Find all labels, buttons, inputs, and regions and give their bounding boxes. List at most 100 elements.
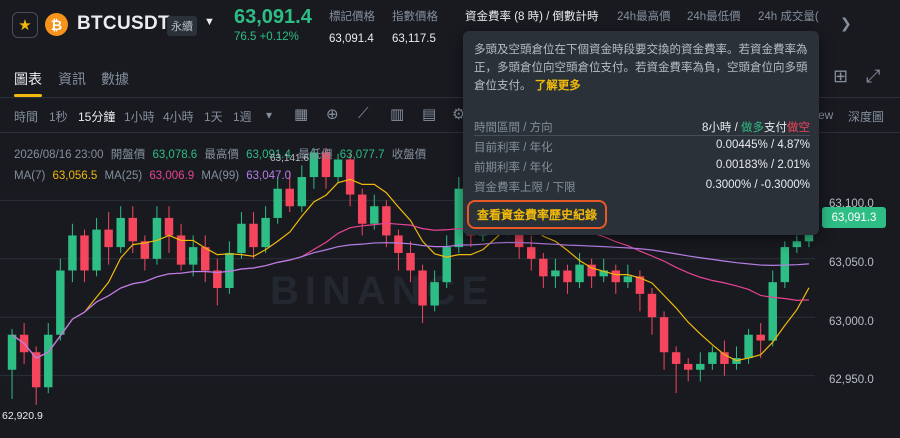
stat-funding-rate[interactable]: 資金費率 (8 時) / 倒數計時 <box>465 8 599 24</box>
indicator-icon[interactable]: ▤ <box>422 105 436 123</box>
candle-body <box>188 247 198 265</box>
price-axis-tick: 63,000.0 <box>829 316 874 328</box>
ma25-value: 63,006.9 <box>149 170 195 182</box>
timeframe-1h[interactable]: 1小時 <box>124 108 155 125</box>
row-value: 8小時 / 做多支付做空 <box>702 119 810 135</box>
low-marker-label: 62,920.9 <box>2 410 43 422</box>
candle-body <box>696 363 705 370</box>
stat-24h-high: 24h最高價 <box>617 8 671 24</box>
candle-body <box>575 264 584 283</box>
line-chart-icon[interactable]: ⟋ <box>358 105 369 122</box>
candle-body <box>768 282 777 341</box>
stat-value: 63,091.4 <box>329 33 374 45</box>
candle-body <box>297 177 307 207</box>
candle-body <box>261 217 270 248</box>
timeframe-15m[interactable]: 15分鐘 <box>78 108 115 125</box>
legend-open: 63,078.6 <box>152 149 198 161</box>
value-prefix: 8小時 / <box>702 122 741 134</box>
timeframe-more-chevron-icon[interactable]: ▾ <box>266 108 272 122</box>
candle-body <box>80 235 89 271</box>
candle-body <box>551 270 560 277</box>
candle-body <box>683 363 693 370</box>
candle-body <box>333 159 343 178</box>
value-mid: 支付 <box>764 122 787 134</box>
candle-body <box>744 334 753 359</box>
candle-body <box>370 206 379 224</box>
ohlc-legend: 2026/08/16 23:00 開盤價 63,078.6 最高價 63,091… <box>14 146 430 162</box>
candle-body <box>237 223 246 253</box>
ma7-label: MA(7) <box>14 170 46 182</box>
row-label: 前期利率 / 年化 <box>474 162 553 174</box>
chevron-right-icon[interactable]: ❯ <box>840 15 852 32</box>
timeframe-1s[interactable]: 1秒 <box>49 108 68 125</box>
candle-body <box>539 258 548 277</box>
candle-body <box>406 252 415 271</box>
tab-chart[interactable]: 圖表 <box>14 69 42 89</box>
candle-body <box>527 247 536 259</box>
row-label: 目前利率 / 年化 <box>474 142 553 154</box>
symbol-name[interactable]: BTCUSDT <box>77 13 170 35</box>
view-tab-depth[interactable]: 深度圖 <box>848 108 884 125</box>
fullscreen-icon[interactable]: ⤢ <box>866 66 880 87</box>
legend-low: 63,077.7 <box>339 149 385 161</box>
candle-body <box>611 270 620 283</box>
candle-body <box>249 223 258 248</box>
stat-label: 24h 成交量( <box>758 11 819 23</box>
ma99-label: MA(99) <box>201 170 240 182</box>
candle-body <box>7 334 17 370</box>
learn-more-link[interactable]: 了解更多 <box>535 80 581 92</box>
stat-label: 24h最低價 <box>687 11 741 23</box>
candle-body <box>116 217 125 248</box>
last-price: 63,091.4 <box>234 6 312 28</box>
legend-open-label: 開盤價 <box>110 149 146 161</box>
symbol-dropdown-chevron-icon[interactable]: ▼ <box>204 16 215 28</box>
candle-body <box>273 188 282 218</box>
candle-body <box>56 270 65 335</box>
candle-body <box>430 282 439 306</box>
candle-body <box>708 352 717 364</box>
candle-style-icon[interactable]: ▥ <box>390 105 404 123</box>
ma25-label: MA(25) <box>104 170 143 182</box>
stat-label: 24h最高價 <box>617 11 671 23</box>
timeframe-1d[interactable]: 1天 <box>204 108 223 125</box>
candle-body <box>647 293 657 318</box>
timeframe-4h[interactable]: 4小時 <box>163 108 194 125</box>
candle-body <box>659 317 669 353</box>
timeframe-label: 時間 <box>14 110 39 124</box>
candle-body <box>164 217 174 236</box>
legend-date: 2026/08/16 23:00 <box>14 149 104 161</box>
ma-legend: MA(7) 63,056.5 MA(25) 63,006.9 MA(99) 63… <box>14 170 295 182</box>
view-tab-partial[interactable]: ew <box>818 108 833 122</box>
row-value: 0.00445% / 4.87% <box>716 139 810 151</box>
stat-24h-low: 24h最低價 <box>687 8 741 24</box>
candle-body <box>357 194 367 224</box>
tab-info[interactable]: 資訊 <box>58 69 86 89</box>
candle-body <box>394 235 403 253</box>
ma99-value: 63,047.0 <box>246 170 292 182</box>
btc-coin-icon: ₿ <box>45 13 68 36</box>
timeframe-1w[interactable]: 1週 <box>233 108 252 125</box>
candle-body <box>213 270 222 288</box>
contract-type-badge: 永續 <box>167 16 197 36</box>
value-long: 做多 <box>741 122 764 134</box>
calendar-icon[interactable]: ▦ <box>294 105 308 123</box>
candle-body <box>92 229 101 271</box>
stat-label: 資金費率 (8 時) / 倒數計時 <box>465 11 599 23</box>
tab-data[interactable]: 數據 <box>101 69 129 89</box>
tooltip-divider <box>474 135 810 136</box>
candle-body <box>201 247 210 271</box>
favorite-star-icon[interactable]: ★ <box>12 12 38 38</box>
candle-body <box>285 188 294 207</box>
grid-layout-icon[interactable]: ⊞ <box>833 66 848 87</box>
active-tab-indicator <box>14 94 42 97</box>
row-label: 資金費率上限 / 下限 <box>474 182 576 194</box>
stat-mark-price: 標記價格 63,091.4 <box>329 8 375 45</box>
tooltip-description-text: 多頭及空頭倉位在下個資金時段要交換的資金費率。若資金費率為正，多頭倉位向空頭倉位… <box>474 44 808 92</box>
candle-body <box>418 270 427 306</box>
stat-label: 標記價格 <box>329 11 375 23</box>
add-indicator-icon[interactable]: ⊕ <box>326 105 339 123</box>
ma7-value: 63,056.5 <box>52 170 98 182</box>
funding-history-button[interactable]: 查看資金費率歷史紀錄 <box>467 200 608 229</box>
price-change: 76.5 +0.12% <box>234 31 299 43</box>
candle-body <box>345 159 355 195</box>
